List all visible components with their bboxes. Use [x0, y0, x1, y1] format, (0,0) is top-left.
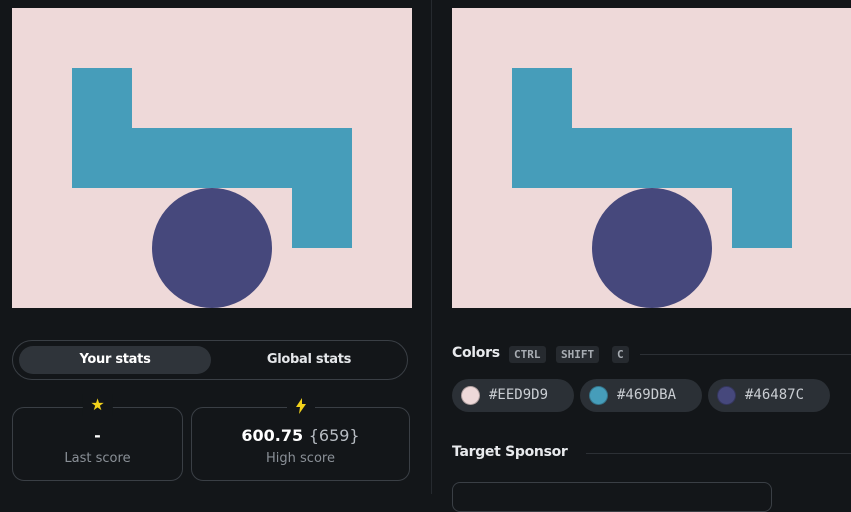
shape-circle	[152, 188, 272, 308]
shortcut-key-c: C	[612, 346, 629, 363]
shortcut-key-ctrl: CTRL	[509, 346, 546, 363]
color-dot	[589, 386, 608, 405]
last-score-label: Last score	[64, 451, 131, 466]
colors-title: Colors	[452, 345, 500, 361]
shape-drop-bar	[732, 128, 792, 248]
color-swatch[interactable]: #EED9D9	[452, 379, 574, 412]
high-score-sub: {659}	[308, 426, 360, 445]
color-hex: #46487C	[745, 387, 805, 403]
shortcut-key-shift: SHIFT	[556, 346, 600, 363]
color-swatch[interactable]: #469DBA	[580, 379, 702, 412]
stats-tabs: Your stats Global stats	[12, 340, 408, 380]
your-output-canvas	[12, 8, 412, 308]
color-swatch[interactable]: #46487C	[708, 379, 830, 412]
shape-circle	[592, 188, 712, 308]
star-icon: ★	[82, 394, 113, 416]
panel-divider	[431, 0, 432, 494]
shape-drop-bar	[292, 128, 352, 248]
colors-divider	[640, 354, 851, 355]
high-score-value-row: 600.75 {659}	[192, 426, 409, 445]
last-score-card: ★ - Last score	[12, 394, 183, 481]
color-dot	[461, 386, 480, 405]
sponsor-divider	[586, 453, 851, 454]
lightning-icon	[286, 394, 315, 416]
tab-global-stats[interactable]: Global stats	[215, 346, 403, 374]
target-drawing	[452, 8, 851, 308]
color-hex: #469DBA	[617, 387, 677, 403]
last-score-value: -	[94, 426, 101, 445]
sponsor-box[interactable]	[452, 482, 772, 512]
target-sponsor-title: Target Sponsor	[452, 444, 568, 460]
color-hex: #EED9D9	[489, 387, 549, 403]
high-score-card: 600.75 {659} High score	[191, 394, 410, 481]
high-score-value: 600.75	[241, 426, 304, 445]
your-output-drawing	[12, 8, 412, 308]
tab-your-stats[interactable]: Your stats	[19, 346, 211, 374]
color-dot	[717, 386, 736, 405]
high-score-label: High score	[266, 451, 335, 466]
target-canvas	[452, 8, 851, 308]
